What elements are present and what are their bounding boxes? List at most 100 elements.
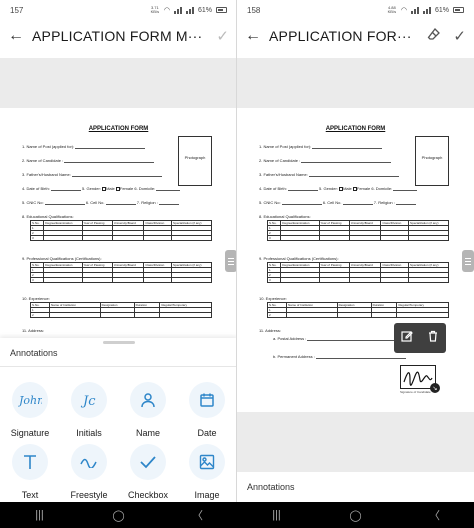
edit-icon[interactable] bbox=[401, 329, 413, 347]
tool-label: Signature bbox=[10, 428, 50, 438]
tool-text[interactable]: Text bbox=[2, 444, 58, 500]
signature-icon: John bbox=[12, 382, 48, 418]
photo-label: Photograph bbox=[421, 155, 443, 160]
document-page[interactable]: APPLICATION FORM Photograph 1. Name of P… bbox=[237, 108, 474, 412]
calendar-icon bbox=[189, 382, 225, 418]
form-row: 11. Address: bbox=[259, 328, 281, 333]
resize-handle-icon[interactable]: ↘ bbox=[430, 383, 440, 393]
back-icon[interactable]: 〈 bbox=[423, 507, 447, 523]
tool-signature[interactable]: John Signature bbox=[2, 382, 58, 438]
document-title: APPLICATION FORM M··· bbox=[32, 28, 203, 44]
text-icon bbox=[12, 444, 48, 480]
svg-text:John: John bbox=[18, 394, 42, 407]
net-speed: 4.88 KB/s bbox=[387, 5, 397, 14]
tool-date[interactable]: Date bbox=[179, 382, 235, 438]
signal-icon-2 bbox=[422, 6, 431, 14]
tool-checkbox[interactable]: Checkbox bbox=[120, 444, 176, 500]
form-row: 11. Address: bbox=[22, 328, 44, 333]
signal-icon bbox=[173, 6, 182, 14]
checkmark-icon bbox=[130, 444, 166, 480]
trash-icon[interactable] bbox=[427, 329, 439, 347]
back-arrow-icon[interactable]: ← bbox=[245, 27, 269, 45]
battery-percent: 61% bbox=[434, 6, 449, 14]
form-row: 5. CNIC No: 6. Cell No. 7. Religion : bbox=[22, 200, 179, 205]
system-nav-bar: ||| ◯ 〈 ||| ◯ 〈 bbox=[0, 502, 474, 528]
checkmark-done-icon[interactable]: ✓ bbox=[216, 27, 229, 45]
placed-signature[interactable]: ↘ bbox=[400, 365, 440, 393]
form-row: 2. Name of Candidate : bbox=[259, 158, 392, 163]
recents-icon[interactable]: ||| bbox=[28, 509, 52, 521]
svg-text:Jc: Jc bbox=[80, 394, 96, 409]
net-speed: 3.71 KB/s bbox=[150, 5, 160, 14]
experience-table: S.No. Name of Institution Designation Durat… bbox=[267, 302, 449, 318]
form-title: APPLICATION FORM bbox=[325, 126, 386, 132]
recents-icon[interactable]: ||| bbox=[265, 509, 289, 521]
photo-label: Photograph bbox=[184, 155, 206, 160]
signal-icon-2 bbox=[185, 6, 194, 14]
battery-icon bbox=[216, 7, 227, 13]
tool-freestyle[interactable]: Freestyle bbox=[61, 444, 117, 500]
side-drawer-handle[interactable] bbox=[462, 250, 474, 272]
form-row: 8. Educational Qualifications: bbox=[22, 214, 74, 219]
form-row: 10. Experience: bbox=[259, 296, 287, 301]
education-table: S.No. Degree/Examination Year of Passing Un… bbox=[266, 220, 449, 241]
tool-name[interactable]: Name bbox=[120, 382, 176, 438]
tool-label: Text bbox=[21, 490, 39, 500]
education-table: S.No. Degree/Examination Year of Passing Un… bbox=[29, 220, 212, 241]
form-row: 10. Experience: bbox=[22, 296, 50, 301]
photo-box: Photograph bbox=[415, 136, 449, 186]
status-time: 157 bbox=[10, 5, 24, 15]
sheet-title: Annotations bbox=[10, 348, 58, 358]
tool-initials[interactable]: Jc Initials bbox=[61, 382, 117, 438]
sheet-grab-handle[interactable] bbox=[102, 341, 135, 344]
form-row: 8. Educational Qualifications: bbox=[259, 214, 311, 219]
image-icon bbox=[189, 444, 225, 480]
status-bar: 157 3.71 KB/s ◠ 61% bbox=[0, 0, 237, 20]
wifi-icon: ◠ bbox=[400, 7, 407, 14]
right-screen: 158 4.88 KB/s ◠ 61% ← APPLICATION FOR···… bbox=[237, 0, 474, 502]
document-title: APPLICATION FOR··· bbox=[269, 28, 412, 44]
status-bar: 158 4.88 KB/s ◠ 61% bbox=[237, 0, 474, 20]
form-row: 4. Date of Birth: 5. Gender: Male Female… bbox=[259, 186, 418, 191]
tool-label: Checkbox bbox=[127, 490, 169, 500]
form-row: 9. Professional Qualifications (Certific… bbox=[22, 256, 102, 261]
status-time: 158 bbox=[247, 5, 261, 15]
tool-image[interactable]: Image bbox=[179, 444, 235, 500]
tool-label: Freestyle bbox=[70, 490, 108, 500]
battery-icon bbox=[453, 7, 464, 13]
tool-label: Image bbox=[194, 490, 220, 500]
page-gap bbox=[237, 412, 474, 472]
document-page[interactable]: APPLICATION FORM Photograph 1. Name of P… bbox=[0, 108, 237, 340]
home-icon[interactable]: ◯ bbox=[344, 509, 368, 522]
nav-left: ||| ◯ 〈 bbox=[0, 502, 237, 528]
nav-right: ||| ◯ 〈 bbox=[237, 502, 474, 528]
battery-percent: 61% bbox=[197, 6, 212, 14]
freestyle-icon bbox=[71, 444, 107, 480]
tool-label: Initials bbox=[76, 428, 102, 438]
certification-table: S.No. Degree/Examination Year of Passing Un… bbox=[29, 262, 212, 283]
wifi-icon: ◠ bbox=[163, 7, 170, 14]
annotation-popup bbox=[394, 323, 446, 353]
eraser-icon[interactable] bbox=[427, 27, 441, 45]
checkmark-done-icon[interactable]: ✓ bbox=[453, 27, 466, 45]
annotations-tab[interactable]: Annotations bbox=[247, 482, 295, 492]
annotations-sheet: Annotations John Signature Jc Initials N… bbox=[0, 338, 237, 502]
form-row: 9. Professional Qualifications (Certific… bbox=[259, 256, 339, 261]
divider bbox=[0, 366, 237, 367]
back-arrow-icon[interactable]: ← bbox=[8, 27, 32, 45]
app-bar: ← APPLICATION FORM M··· ✓ bbox=[0, 22, 237, 50]
form-row: a. Postal Address : bbox=[273, 336, 398, 341]
form-row: b. Permanent Address : bbox=[273, 354, 406, 359]
home-icon[interactable]: ◯ bbox=[107, 509, 131, 522]
page-gap bbox=[237, 58, 474, 108]
back-icon[interactable]: 〈 bbox=[186, 507, 210, 523]
signal-icon bbox=[410, 6, 419, 14]
initials-icon: Jc bbox=[71, 382, 107, 418]
photo-box: Photograph bbox=[178, 136, 212, 186]
signature-caption: Signature of Candidate bbox=[400, 390, 431, 394]
form-row: 5. CNIC No: 6. Cell No. 7. Religion : bbox=[259, 200, 416, 205]
tool-label: Name bbox=[135, 428, 160, 438]
form-row: 1. Name of Post (applied for): bbox=[259, 144, 383, 149]
left-screen: 157 3.71 KB/s ◠ 61% ← APPLICATION FORM M… bbox=[0, 0, 237, 502]
form-row: 2. Name of Candidate : bbox=[22, 158, 155, 163]
